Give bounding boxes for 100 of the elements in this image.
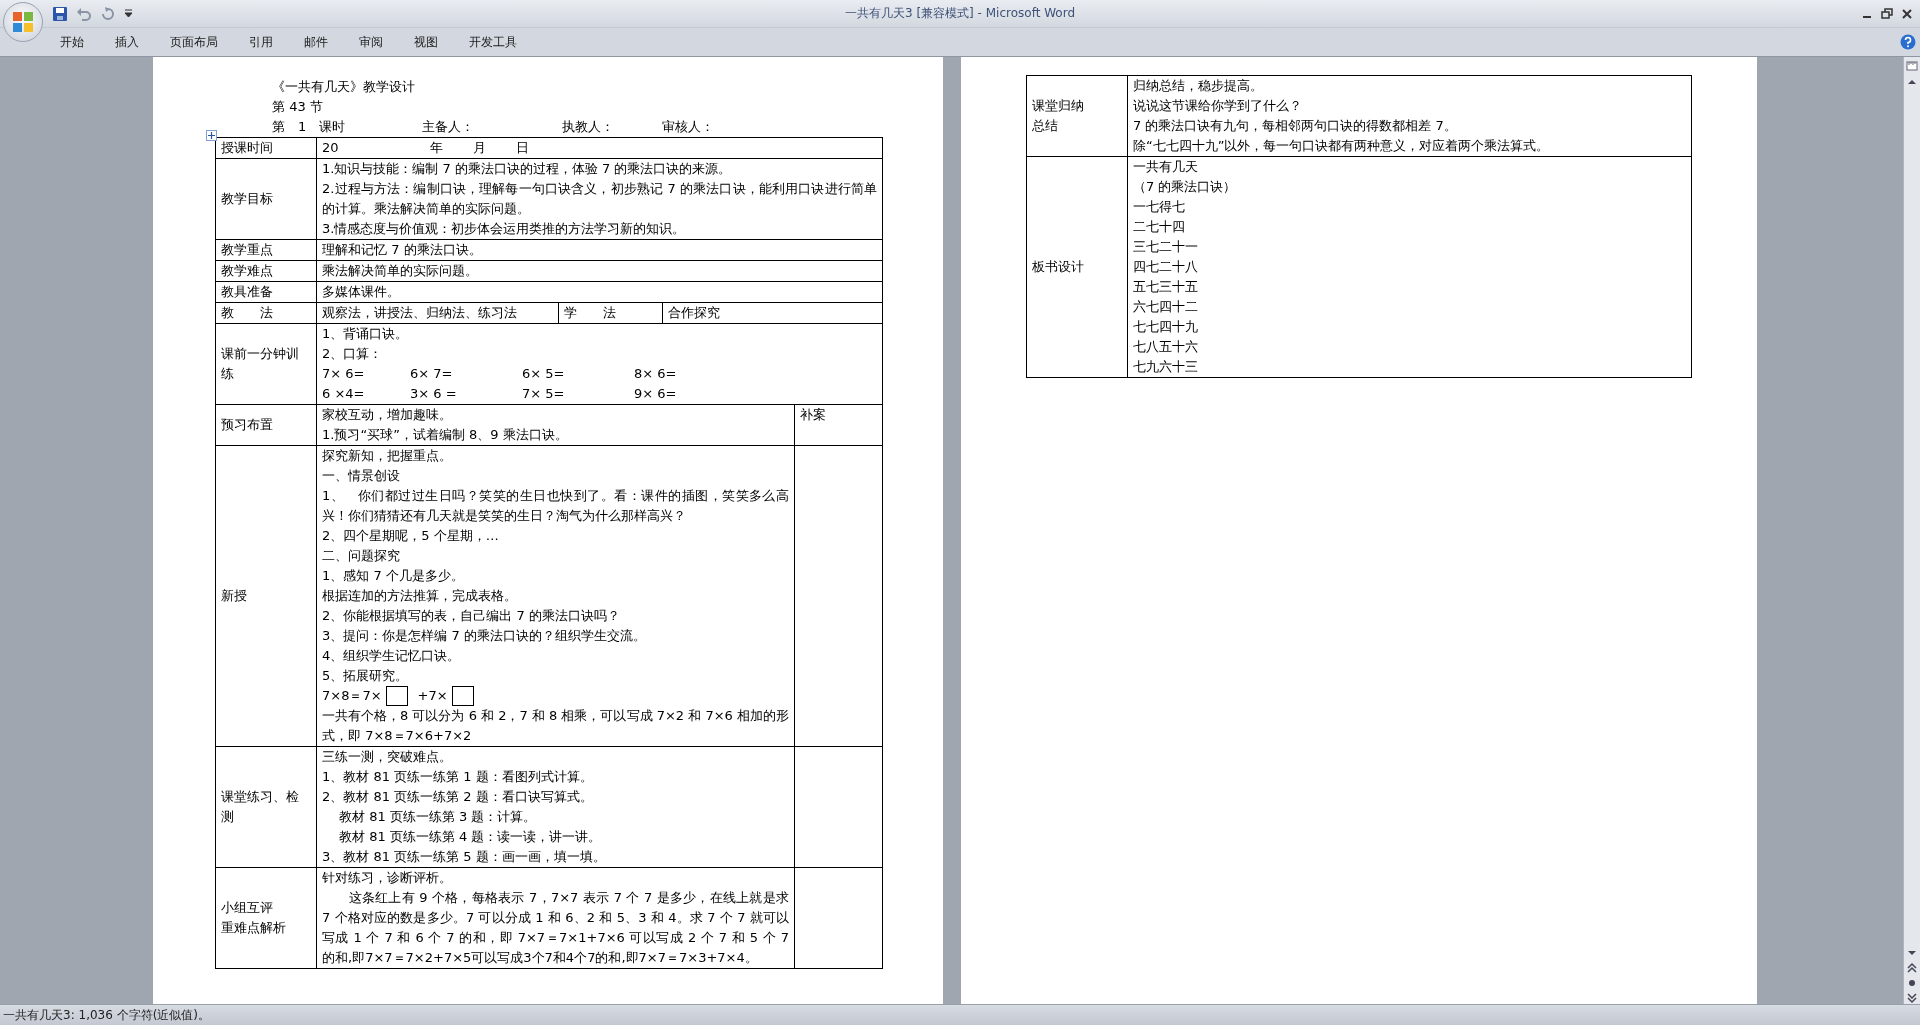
blank-box — [451, 686, 474, 706]
ribbon-tab[interactable]: 开发工具 — [469, 33, 517, 51]
cell-text: 1、 你们都过过生日吗？笑笑的生日也快到了。看：课件的插图，笑笑多么高兴！你们猜猜还有几天就是笑笑的生日？淘气为什么那样高兴？ — [322, 487, 789, 525]
cell-text: 1、背诵口诀。 — [322, 325, 410, 343]
meta-field: 第 1 课时 — [272, 117, 422, 137]
row-label: 课前一分钟训练 — [221, 345, 300, 383]
cell-text: 说说这节课给你学到了什么？ — [1133, 97, 1303, 115]
cell-text: 教材 81 页练一练第 3 题：计算。 — [338, 808, 538, 826]
save-icon[interactable] — [52, 5, 68, 22]
row-label: 教 法 — [221, 304, 274, 322]
row-label: 教学难点 — [221, 262, 274, 280]
cell-text: 针对练习，诊断评析。 — [322, 869, 453, 887]
cell-text: 1、感知 7 个几是多少。 — [322, 567, 465, 585]
cell-text: 4、组织学生记忆口诀。 — [322, 647, 462, 665]
cell-text: 五七三十五 — [1133, 278, 1199, 296]
math-item: 6× 7= — [410, 365, 454, 383]
cell-text: 一共有几天 — [1133, 158, 1199, 176]
meta-field: 执教人： — [562, 117, 662, 137]
cell-text: 2、你能根据填写的表，自己编出 7 的乘法口诀吗？ — [322, 607, 621, 625]
row-label: 课堂归纳 — [1032, 97, 1085, 115]
cell-text: 除“七七四十九”以外，每一句口诀都有两种意义，对应着两个乘法算式。 — [1133, 137, 1551, 155]
math-item: 7× 6= — [322, 365, 366, 383]
cell-text: 根据连加的方法推算，完成表格。 — [322, 587, 518, 605]
table-move-handle-icon[interactable] — [206, 130, 217, 141]
math-item: 7× 5= — [522, 385, 566, 403]
cell-text: 三七二十一 — [1133, 238, 1199, 256]
help-icon[interactable] — [1900, 34, 1916, 50]
row-label: 板书设计 — [1032, 258, 1085, 276]
row-label: 小组互评 — [221, 899, 274, 917]
meta-field: 主备人： — [422, 117, 562, 137]
math-item: 3× 6 = — [410, 385, 458, 403]
row-label: 授课时间 — [221, 139, 274, 157]
row-label: 预习布置 — [221, 416, 274, 434]
cell-text: 补案 — [800, 407, 826, 422]
cell-text: 理解和记忆 7 的乘法口诀。 — [322, 241, 483, 259]
ribbon-tab[interactable]: 插入 — [115, 33, 139, 51]
window-title: 一共有几天3 [兼容模式] - Microsoft Word — [845, 5, 1075, 22]
cell-text: 四七二十八 — [1133, 258, 1199, 276]
cell-text: （7 的乘法口诀） — [1133, 178, 1238, 196]
cell-text: 一共有个格，8 可以分为 6 和 2，7 和 8 相乘，可以写成 7×2 和 7×6 相加的形式，即 7×8＝7×6+7×2 — [322, 707, 789, 745]
cell-text: 2、口算： — [322, 345, 384, 363]
row-label: 课堂练习、检测 — [221, 788, 300, 826]
ribbon-tab[interactable]: 邮件 — [304, 33, 328, 51]
math-item: 6× 5= — [522, 365, 566, 383]
row-label: 教学重点 — [221, 241, 274, 259]
cell-text: 一七得七 — [1133, 198, 1186, 216]
math-item: 8× 6= — [634, 365, 678, 383]
cell-text: 三练一测，突破难点。 — [322, 748, 453, 766]
close-icon[interactable] — [1900, 6, 1914, 21]
row-label: 新授 — [221, 587, 248, 605]
cell-text: 1、教材 81 页练一练第 1 题：看图列式计算。 — [322, 768, 594, 786]
math-item: 9× 6= — [634, 385, 678, 403]
cell-text: 家校互动，增加趣味。 — [322, 406, 453, 424]
section-number: 第 43 节 — [272, 98, 324, 116]
cell-text: 1.知识与技能：编制 7 的乘法口诀的过程，体验 7 的乘法口诀的来源。 — [322, 160, 733, 178]
customize-caret-icon[interactable] — [124, 9, 133, 18]
vertical-scrollbar[interactable] — [1903, 57, 1920, 1004]
cell-text: 七七四十九 — [1133, 318, 1199, 336]
ribbon-tab[interactable]: 引用 — [249, 33, 273, 51]
row-label: 总结 — [1032, 117, 1059, 135]
cell-text: 多媒体课件。 — [322, 283, 401, 301]
row-label: 教学目标 — [221, 190, 274, 208]
meta-field: 审核人： — [662, 117, 714, 137]
cell-text: 归纳总结，稳步提高。 — [1133, 77, 1264, 95]
cell-text: 20 年 月 日 — [322, 139, 530, 157]
cell-text: 5、拓展研究。 — [322, 667, 410, 685]
next-page-icon[interactable] — [1905, 992, 1919, 1004]
ribbon-tab[interactable]: 视图 — [414, 33, 438, 51]
cell-text: 教材 81 页练一练第 4 题：读一读，讲一讲。 — [338, 828, 603, 846]
document-heading: 《一共有几天》教学设计 — [272, 78, 416, 96]
status-text: 一共有几天3: 1,036 个字符(近似值)。 — [3, 1006, 211, 1024]
row-label: 学 法 — [564, 305, 616, 320]
cell-text: 1.预习“买球”，试着编制 8、9 乘法口诀。 — [322, 426, 569, 444]
cell-text: 七八五十六 — [1133, 338, 1199, 356]
cell-text: 六七四十二 — [1133, 298, 1199, 316]
row-label: 教具准备 — [221, 283, 274, 301]
equation-text: 7×8＝7× — [322, 687, 382, 705]
cell-text: 这条红上有 9 个格，每格表示 7，7×7 表示 7 个 7 是多少，在线上就是求 7 个格对应的数是多少。7 可以分成 1 和 6、2 和 5、3 和 4。求 7 个 7 就可以写成 1 个 7 和 6 个 7 的和，即 7×7＝7×1+7×6 可以写成 2 个 7 和 5 个 7 的和,即7×7＝7×2+7×5可以写成3个7和4个7的和,即7×7＝7×3+7×4。 — [322, 889, 789, 967]
ribbon-tab[interactable]: 页面布局 — [170, 33, 218, 51]
cell-text: 3.情感态度与价值观：初步体会运用类推的方法学习新的知识。 — [322, 220, 687, 238]
cell-text: 七九六十三 — [1133, 358, 1199, 376]
equation-text: +7× — [417, 687, 448, 705]
cell-text: 7 的乘法口诀有九句，每相邻两句口诀的得数都相差 7。 — [1133, 117, 1458, 135]
cell-text: 2、四个星期呢，5 个星期，… — [322, 527, 500, 545]
math-item: 6 ×4= — [322, 385, 366, 403]
cell-text: 3、提问：你是怎样编 7 的乘法口诀的？组织学生交流。 — [322, 627, 647, 645]
cell-text: 二、问题探究 — [322, 547, 401, 565]
blank-box — [385, 686, 408, 706]
ribbon-tab[interactable]: 审阅 — [359, 33, 383, 51]
cell-text: 3、教材 81 页练一练第 5 题：画一画，填一填。 — [322, 848, 607, 866]
ruler-toggle-icon[interactable] — [1905, 59, 1919, 73]
cell-text: 一、情景创设 — [322, 467, 401, 485]
restore-icon[interactable] — [1880, 6, 1894, 21]
cell-text: 乘法解决简单的实际问题。 — [322, 262, 479, 280]
cell-text: 2.过程与方法：编制口诀，理解每一句口诀含义，初步熟记 7 的乘法口诀，能利用口诀进行简单的计算。乘法解决简单的实际问题。 — [322, 180, 877, 218]
ribbon-tab[interactable]: 开始 — [60, 33, 84, 51]
cell-text: 探究新知，把握重点。 — [322, 447, 453, 465]
previous-page-icon[interactable] — [1905, 962, 1919, 974]
cell-text: 观察法，讲授法、归纳法、练习法 — [322, 305, 517, 320]
row-label: 重难点解析 — [221, 919, 287, 937]
